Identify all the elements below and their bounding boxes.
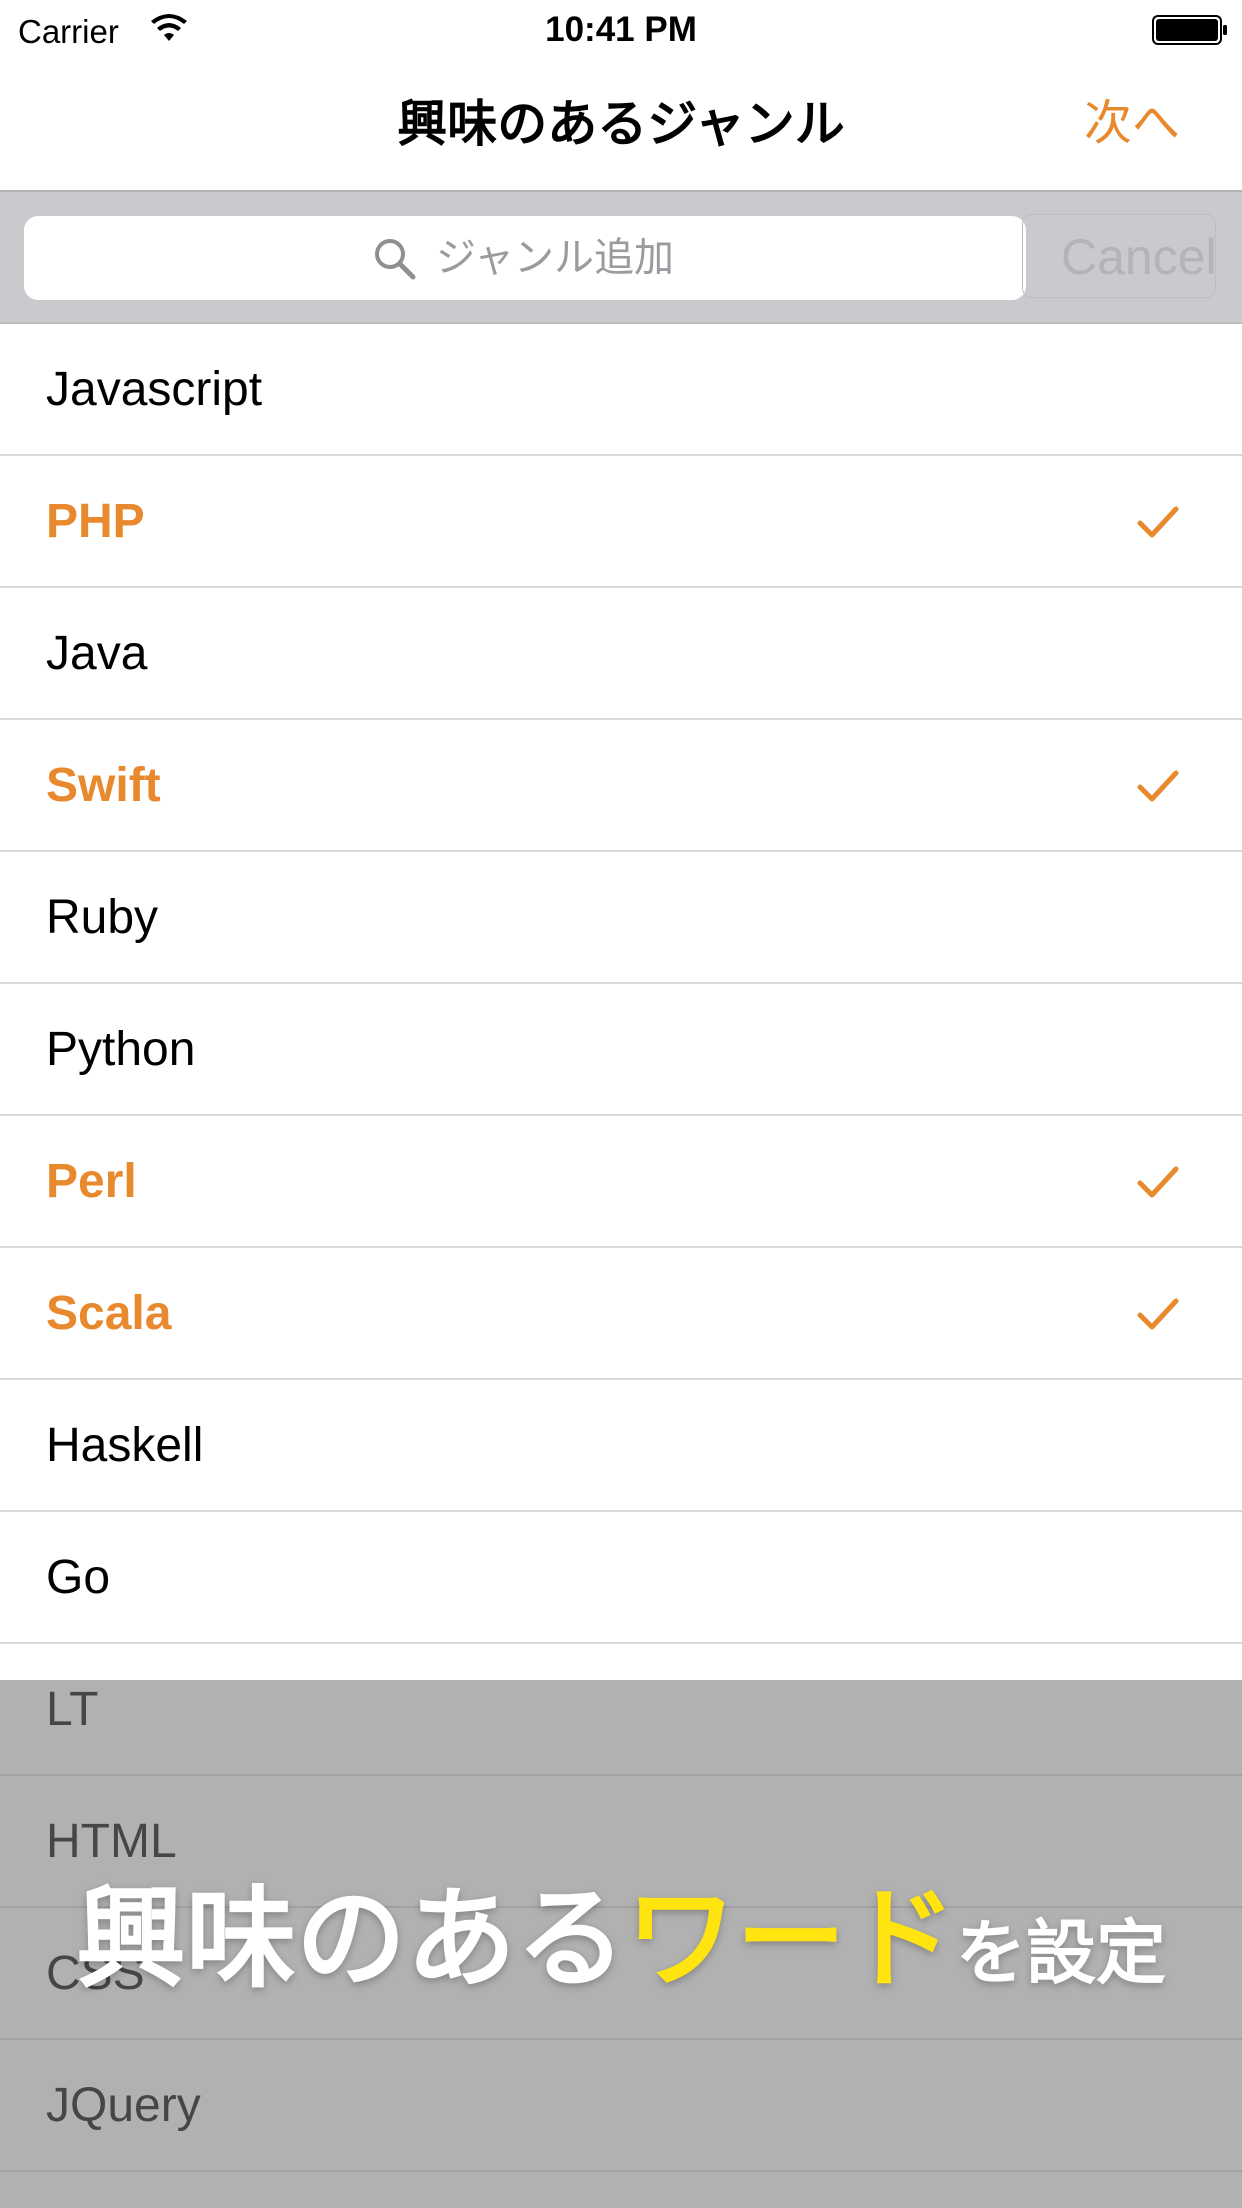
list-item-label: HTML <box>46 1815 177 1868</box>
list-item[interactable]: JQuery <box>0 2040 1242 2172</box>
list-item-label: Scala <box>46 1287 172 1340</box>
list-item[interactable]: Haskell <box>0 1380 1242 1512</box>
list-item-label: Perl <box>46 1155 137 1208</box>
list-item[interactable]: Scala <box>0 1248 1242 1380</box>
battery-icon <box>1152 15 1227 45</box>
search-field[interactable] <box>24 216 1026 300</box>
checkmark-icon <box>1137 506 1179 538</box>
list-item-label: Javascript <box>46 363 263 416</box>
list-item[interactable]: LT <box>0 1644 1242 1776</box>
list-item-label: PHP <box>46 495 145 548</box>
clock: 10:41 PM <box>545 10 697 49</box>
list-item-label: Java <box>46 627 148 680</box>
list-item[interactable]: Swift <box>0 720 1242 852</box>
list-item-label: Swift <box>46 759 161 812</box>
list-item[interactable]: Python <box>0 984 1242 1116</box>
search-icon <box>375 239 416 280</box>
checkmark-icon <box>1137 770 1179 802</box>
list-item[interactable]: PHP <box>0 456 1242 588</box>
list-item[interactable]: Javascript <box>0 324 1242 456</box>
list-item-label: Python <box>46 1023 196 1076</box>
checkmark-icon <box>1137 1298 1179 1330</box>
search-input[interactable] <box>436 228 996 288</box>
search-bar: Cancel <box>0 192 1242 324</box>
caption-text-2: を設定 <box>956 1914 1166 1992</box>
caption-text-1: 興味のある <box>76 1878 626 2001</box>
checkmark-icon <box>1137 1166 1179 1198</box>
cancel-button[interactable]: Cancel <box>1022 214 1216 298</box>
list-item-label: Ruby <box>46 891 159 944</box>
list-item[interactable]: Ruby <box>0 852 1242 984</box>
next-button[interactable]: 次へ <box>1084 94 1180 154</box>
list-item[interactable]: Java <box>0 588 1242 720</box>
list-item-label: Haskell <box>46 1419 204 1472</box>
status-bar: Carrier 10:41 PM <box>0 0 1242 60</box>
navigation-bar: 興味のあるジャンル 次へ <box>0 60 1242 192</box>
page-title: 興味のあるジャンル <box>397 96 845 152</box>
caption-text-highlight: ワード <box>626 1878 956 2001</box>
list-item-label: LT <box>46 1683 99 1736</box>
list-item[interactable]: Go <box>0 1512 1242 1644</box>
list-item[interactable]: Perl <box>0 1116 1242 1248</box>
caption-banner: 興味のあるワードを設定 <box>0 1880 1242 2013</box>
list-item-label: Go <box>46 1551 111 1604</box>
list-item-label: JQuery <box>46 2079 201 2132</box>
